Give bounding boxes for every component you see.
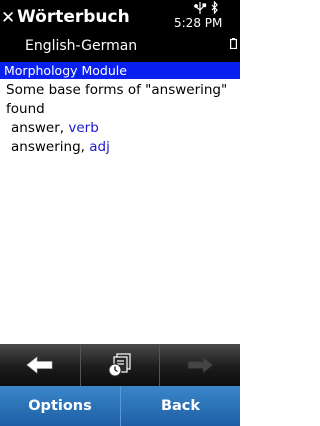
battery-icon: [230, 38, 237, 49]
base-form-word: answering,: [11, 139, 85, 155]
forward-toolbar-button[interactable]: [160, 344, 240, 386]
history-icon: [108, 353, 131, 377]
options-button[interactable]: Options: [0, 386, 120, 426]
title-bar: ✕ Wörterbuch English-German 5:28 PM: [0, 0, 240, 62]
base-form-word: answer,: [11, 120, 65, 136]
result-description: Some base forms of "answering" found: [6, 82, 228, 117]
arrow-left-icon: [26, 356, 53, 374]
toolbar: [0, 344, 240, 386]
app-title: Wörterbuch: [17, 7, 130, 27]
usb-icon: [194, 2, 207, 14]
base-form-item[interactable]: answer, verb: [11, 119, 99, 138]
arrow-right-icon: [187, 356, 214, 374]
history-toolbar-button[interactable]: [80, 344, 160, 386]
back-button[interactable]: Back: [120, 386, 240, 426]
base-form-item[interactable]: answering, adj: [11, 138, 110, 157]
bluetooth-icon: [211, 1, 218, 15]
close-icon[interactable]: ✕: [1, 7, 15, 29]
softkey-bar: Options Back: [0, 386, 240, 426]
part-of-speech: adj: [89, 139, 110, 155]
section-header: Morphology Module: [0, 62, 240, 79]
part-of-speech: verb: [68, 120, 99, 136]
status-indicators: [194, 1, 218, 15]
clock: 5:28 PM: [174, 16, 223, 30]
dictionary-direction[interactable]: English-German: [25, 37, 137, 55]
back-toolbar-button[interactable]: [0, 344, 80, 386]
